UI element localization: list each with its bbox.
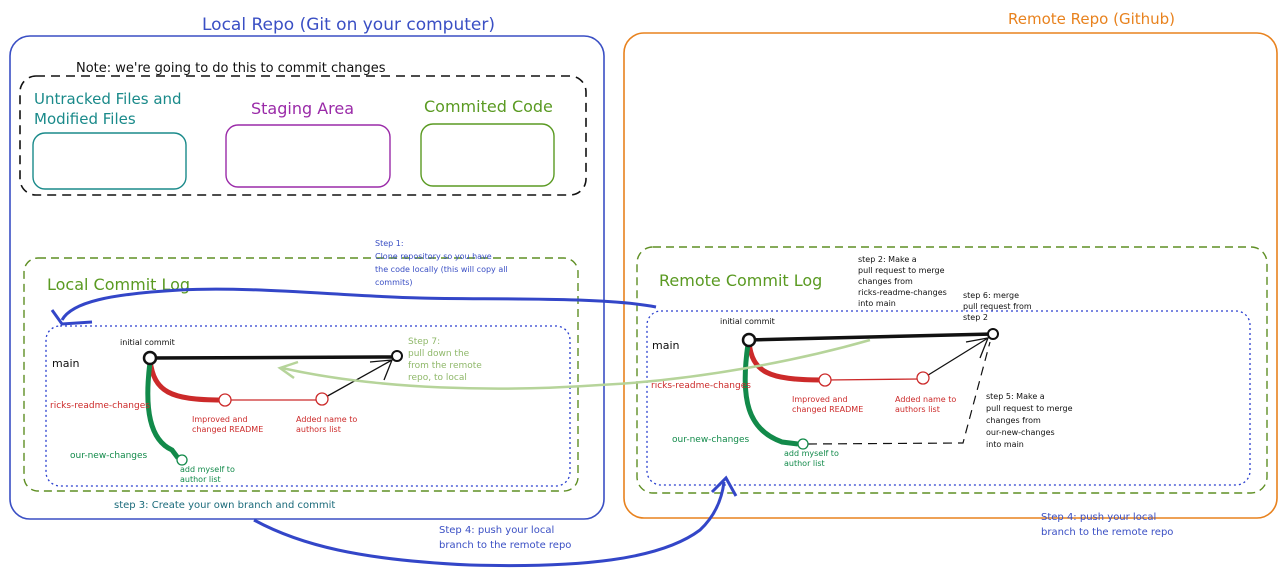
untracked-label-1: Untracked Files and — [34, 90, 182, 108]
remote-step4-line1: Step 4: push your local — [1041, 512, 1156, 523]
remote-branch-main: main — [652, 339, 680, 352]
remote-initial-commit-label: initial commit — [720, 317, 775, 326]
remote-improved-node — [818, 373, 832, 387]
step2-line5: into main — [858, 299, 896, 308]
remote-added-node — [916, 371, 930, 385]
untracked-box — [32, 132, 187, 190]
step6-line1: step 6: merge — [963, 291, 1019, 300]
remote-improved-label-1: Improved and — [792, 395, 848, 404]
step4-middle-line2: branch to the remote repo — [439, 540, 571, 551]
local-myself-label-2: author list — [180, 475, 221, 484]
step5-line4: our-new-changes — [986, 428, 1055, 437]
committed-box — [420, 123, 555, 187]
local-added-label-2: authors list — [296, 425, 341, 434]
local-branch-ours: our-new-changes — [70, 451, 148, 461]
local-repo-title: Local Repo (Git on your computer) — [202, 15, 495, 35]
remote-main-end-node — [987, 328, 999, 340]
remote-branch-ricks: ricks-readme-changes — [651, 381, 751, 391]
remote-merge-arrowhead — [965, 337, 990, 359]
step1-line2: Clone repository so you have — [375, 252, 492, 261]
step2-line2: pull request to merge — [858, 266, 945, 275]
local-improved-label-1: Improved and — [192, 415, 248, 424]
step1-line4: commits) — [375, 278, 413, 287]
local-myself-label-1: add myself to — [180, 465, 235, 474]
remote-repo-title: Remote Repo (Github) — [1008, 10, 1175, 28]
local-added-label-1: Added name to — [296, 415, 357, 424]
local-initial-commit-label: initial commit — [120, 338, 175, 347]
remote-myself-label-1: add myself to — [784, 449, 839, 458]
step7-line2: pull down the — [408, 349, 470, 359]
step1-clone-arrowhead — [50, 309, 93, 326]
local-branch-ricks: ricks-readme-changes — [50, 401, 150, 411]
local-main-line — [149, 355, 397, 360]
step2-line4: ricks-readme-changes — [858, 288, 947, 297]
remote-added-label-1: Added name to — [895, 395, 956, 404]
step4-middle-line1: Step 4: push your local — [439, 525, 554, 536]
local-improved-node — [218, 393, 232, 407]
step4-push-arrow — [253, 481, 726, 568]
remote-myself-node — [797, 438, 809, 450]
remote-branch-ours: our-new-changes — [672, 435, 750, 445]
remote-ours-dashed — [807, 341, 991, 445]
step5-line2: pull request to merge — [986, 404, 1073, 413]
remote-added-label-2: authors list — [895, 405, 940, 414]
untracked-label-2: Modified Files — [34, 110, 136, 128]
step7-line1: Step 7: — [408, 337, 440, 347]
step2-line1: step 2: Make a — [858, 255, 917, 264]
local-initial-commit-node — [142, 350, 158, 366]
step7-line3: from the remote — [408, 361, 482, 371]
step6-line3: step 2 — [963, 313, 988, 322]
note-text: Note: we're going to do this to commit c… — [76, 61, 386, 76]
local-merge-arrow — [323, 359, 393, 399]
step5-line3: changes from — [986, 416, 1041, 425]
step5-line1: step 5: Make a — [986, 392, 1045, 401]
remote-improved-label-2: changed README — [792, 405, 863, 414]
step3-text: step 3: Create your own branch and commi… — [114, 500, 335, 511]
remote-step4-line2: branch to the remote repo — [1041, 527, 1173, 538]
local-added-node — [315, 392, 329, 406]
local-improved-label-2: changed README — [192, 425, 263, 434]
staging-label: Staging Area — [251, 99, 354, 118]
step7-line4: repo, to local — [408, 373, 467, 383]
local-myself-node — [176, 454, 188, 466]
local-branch-main: main — [52, 357, 80, 370]
remote-ricks-line-2 — [825, 378, 921, 381]
local-main-end-node — [391, 350, 403, 362]
local-ricks-line — [147, 359, 223, 403]
step1-line3: the code locally (this will copy all — [375, 265, 508, 274]
remote-initial-commit-node — [741, 332, 757, 348]
git-workflow-diagram: Local Repo (Git on your computer) Note: … — [9, 10, 1278, 568]
committed-label: Commited Code — [424, 97, 553, 116]
staging-box — [225, 124, 391, 188]
step2-line3: changes from — [858, 277, 913, 286]
step7-pull-arrow — [281, 338, 871, 390]
remote-merge-arrow — [924, 337, 989, 378]
remote-main-line — [747, 332, 994, 342]
step5-line5: into main — [986, 440, 1024, 449]
step6-line2: pull request from — [963, 302, 1032, 311]
remote-myself-label-2: author list — [784, 459, 825, 468]
remote-commit-log-title: Remote Commit Log — [659, 271, 822, 290]
step1-line1: Step 1: — [375, 239, 404, 248]
